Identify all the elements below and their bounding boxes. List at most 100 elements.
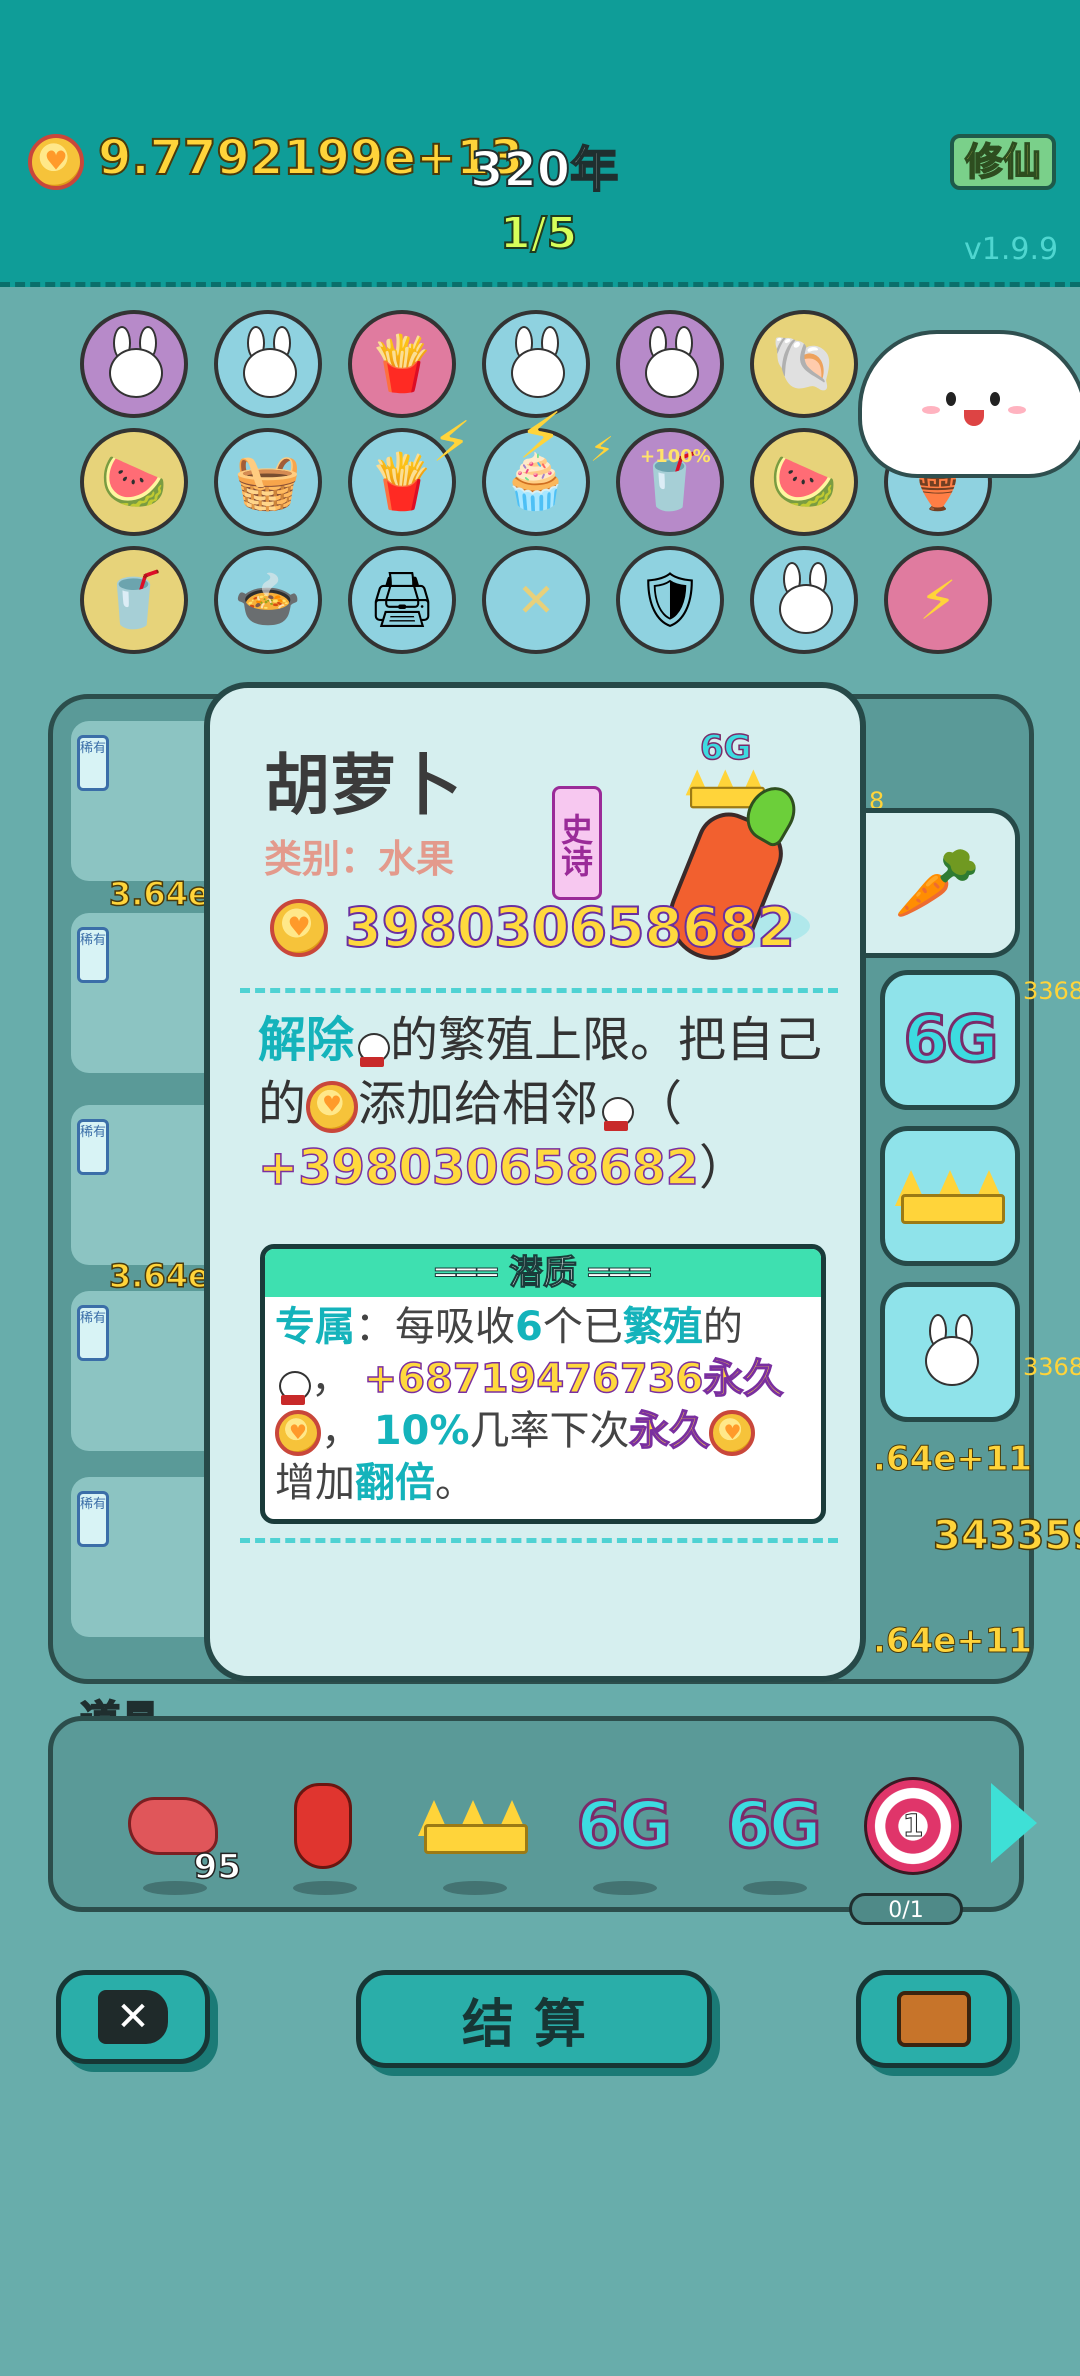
desc-bonus: +398030658682 — [257, 1139, 700, 1197]
6g-label: 6G — [575, 1788, 673, 1865]
close-icon: ✕ — [98, 1990, 168, 2044]
potential-bred: 繁殖 — [622, 1304, 703, 1350]
potential-box: ═══ 潜质 ═══ 专属：每吸收6个已繁殖的， +68719476736永久，… — [260, 1244, 826, 1524]
potential-text-part: 增加 — [275, 1460, 355, 1506]
bunny-icon — [239, 326, 297, 402]
grid-bunny-2[interactable] — [214, 310, 322, 418]
item-description: 解除的繁殖上限。把自己的添加给相邻（+398030658682） — [257, 1008, 828, 1200]
grid-lightning[interactable]: ⚡ — [884, 546, 992, 654]
item-6g-2[interactable]: 6G — [713, 1771, 833, 1895]
coin-icon — [306, 1081, 359, 1133]
close-button[interactable]: ✕ — [56, 1970, 210, 2064]
potential-double: 翻倍 — [355, 1460, 435, 1506]
potential-text-part: 的 — [702, 1304, 743, 1350]
settle-button-label: 结算 — [461, 1994, 606, 2055]
target-icon: 1 — [864, 1777, 962, 1875]
grid-pot[interactable]: 🍲 — [214, 546, 322, 654]
rarity-badge: 稀有 — [77, 927, 109, 983]
printer-icon: 🖨 — [367, 568, 437, 631]
coin-icon — [270, 898, 328, 957]
potential-chance: 10% — [373, 1408, 470, 1454]
lightning-effect-icon: ⚡ — [590, 430, 614, 470]
page-indicator: 1/5 — [499, 207, 578, 260]
right-card-value: 3368 — [1023, 977, 1080, 1005]
side-tab-6g[interactable]: 6G — [880, 970, 1020, 1110]
item-progress: 0/1 — [849, 1893, 963, 1925]
side-tab-bunny[interactable] — [880, 1282, 1020, 1422]
desc-text-2: 添加给相邻 — [358, 1076, 599, 1132]
next-arrow-icon[interactable] — [991, 1783, 1037, 1863]
grid-fruit-bowl-1[interactable]: 🍉 — [80, 428, 188, 536]
item-value-row: 398030658682 — [270, 895, 796, 960]
lightning-effect-icon: ⚡ — [432, 410, 472, 475]
item-liver[interactable]: 95 — [113, 1771, 242, 1895]
grid-bunny-4[interactable] — [616, 310, 724, 418]
grid-straws[interactable]: ✕ — [482, 546, 590, 654]
potential-text-part: ：每吸收 — [355, 1304, 515, 1350]
item-target[interactable]: 1 0/1 — [849, 1771, 973, 1925]
6g-label: 6G — [902, 1002, 1000, 1079]
grid-printer[interactable]: 🖨 — [348, 546, 456, 654]
bunny-icon — [354, 1019, 391, 1067]
version-label: v1.9.9 — [964, 232, 1059, 267]
grid-cup-1[interactable]: 🥤 +100% — [616, 428, 724, 536]
fries-icon: 🍟 — [368, 450, 436, 513]
pot-icon: 🍲 — [234, 568, 302, 631]
cultivate-button[interactable]: 修仙 — [950, 134, 1056, 190]
currency-value: 9.7792199e+13 — [97, 129, 524, 187]
right-card-value: .64e+11 — [872, 1439, 1033, 1480]
pepper-icon — [294, 1783, 352, 1869]
item-value: 398030658682 — [343, 895, 796, 960]
item-detail-popup: 胡萝卜 类别：水果 史诗 6G 398030658682 解除的繁殖上限。把自己… — [204, 682, 866, 1682]
divider — [240, 988, 838, 993]
grid-bunny-1[interactable] — [80, 310, 188, 418]
potential-text-part: 个已 — [542, 1304, 623, 1350]
item-6g-1[interactable]: 6G — [563, 1771, 683, 1895]
item-title: 胡萝卜 — [264, 747, 462, 824]
lightning-icon: ⚡ — [919, 568, 957, 632]
rarity-badge: 稀有 — [77, 1305, 109, 1361]
potential-count: 6 — [515, 1304, 543, 1350]
briefcase-icon — [897, 1991, 971, 2047]
potential-text-part: ， — [321, 1408, 361, 1454]
side-tab-carrot[interactable]: 🥕 — [860, 808, 1020, 958]
basket-icon: 🧺 — [234, 450, 302, 513]
item-category: 类别：水果 — [264, 837, 455, 881]
bunny-icon — [507, 326, 565, 402]
potential-text-part: 。 — [435, 1460, 475, 1506]
grid-fries-1[interactable]: 🍟 — [348, 310, 456, 418]
grid-basket[interactable]: 🧺 — [214, 428, 322, 536]
cloud-mascot-icon[interactable] — [858, 330, 1080, 478]
grid-shell[interactable]: 🐚 — [750, 310, 858, 418]
potential-exclusive: 专属 — [275, 1304, 355, 1350]
years-counter: 320年 — [469, 141, 619, 199]
grid-shield[interactable]: 🛡 — [616, 546, 724, 654]
rarity-badge: 稀有 — [77, 735, 109, 791]
rarity-badge: 稀有 — [77, 1491, 109, 1547]
fruit-bowl-icon: 🍉 — [100, 450, 168, 513]
settle-button[interactable]: 结算 — [356, 1970, 712, 2068]
potential-text-part: 几率下次 — [469, 1408, 630, 1454]
grid-bunny-5[interactable] — [750, 546, 858, 654]
coin-icon — [28, 134, 84, 190]
grid-cup-2[interactable]: 🥤 — [80, 546, 188, 654]
target-count: 1 — [902, 1808, 924, 1844]
right-card-value: 3368 — [1023, 1353, 1080, 1381]
desc-text-4: ） — [699, 1140, 748, 1196]
desc-remove: 解除 — [258, 1012, 355, 1068]
coin-icon — [709, 1410, 756, 1456]
straws-icon: ✕ — [516, 573, 556, 627]
item-crown[interactable] — [413, 1771, 533, 1895]
coin-icon — [275, 1410, 321, 1456]
grid-fruit-bowl-2[interactable]: 🍉 — [750, 428, 858, 536]
bonus-label: +100% — [640, 446, 711, 467]
potential-header: ═══ 潜质 ═══ — [265, 1249, 821, 1297]
fries-icon: 🍟 — [368, 332, 436, 395]
bunny-icon — [275, 1357, 311, 1405]
inventory-button[interactable] — [856, 1970, 1012, 2068]
bunny-icon — [105, 326, 163, 402]
bunny-icon — [921, 1314, 979, 1390]
fruit-bowl-icon: 🍉 — [770, 450, 838, 513]
side-tab-crown[interactable] — [880, 1126, 1020, 1266]
item-pepper[interactable] — [263, 1771, 383, 1895]
